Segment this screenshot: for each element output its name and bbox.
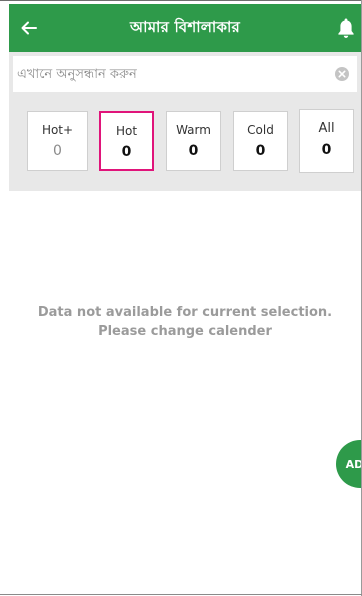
fab-container: ADD <box>0 0 361 596</box>
add-button-label: ADD <box>345 457 361 471</box>
add-button[interactable]: ADD <box>336 440 361 488</box>
